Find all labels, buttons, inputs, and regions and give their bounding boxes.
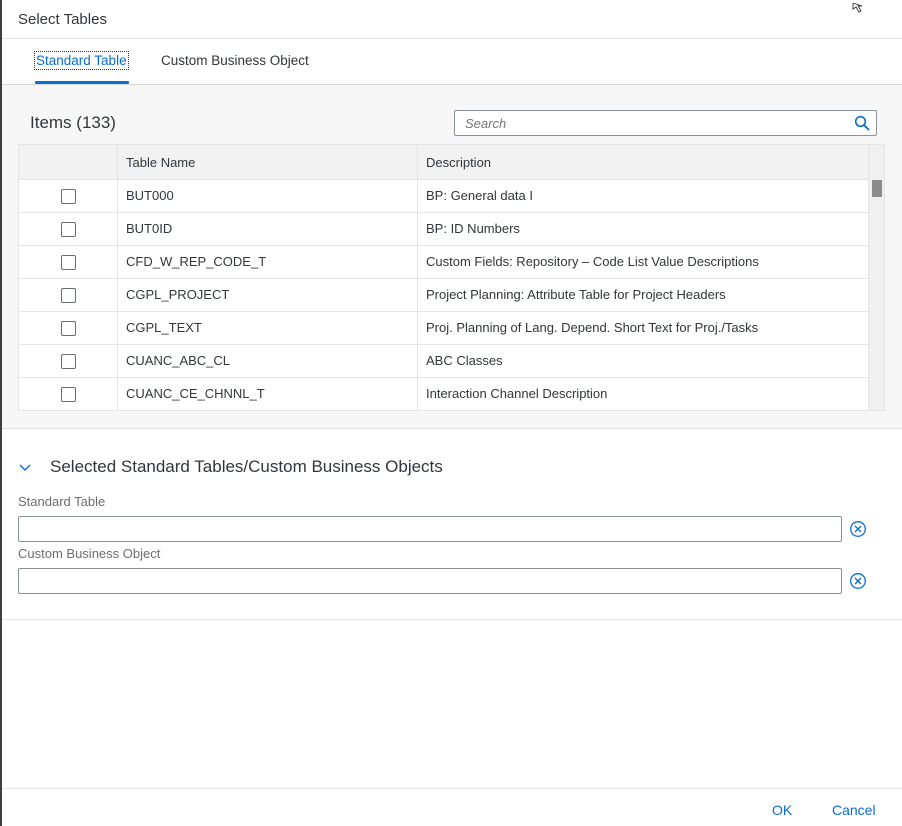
row-checkbox[interactable] [61,321,76,336]
table-row[interactable]: CFD_W_REP_CODE_T Custom Fields: Reposito… [19,246,868,279]
items-count-title: Items (133) [30,113,116,132]
row-description: BP: ID Numbers [417,213,868,245]
table-list-panel: Items (133) Table Name Description BUT00… [2,85,902,429]
dialog-header: Select Tables [2,0,902,39]
row-table-name: CFD_W_REP_CODE_T [117,246,417,278]
tab-standard-table[interactable]: Standard Table [34,51,129,70]
row-checkbox[interactable] [61,189,76,204]
table-header: Table Name Description [19,145,868,180]
table-row[interactable]: CGPL_TEXT Proj. Planning of Lang. Depend… [19,312,868,345]
section-title: Selected Standard Tables/Custom Business… [50,457,443,476]
row-checkbox[interactable] [61,255,76,270]
tab-custom-business-object[interactable]: Custom Business Object [161,53,309,68]
row-description: BP: General data I [417,180,868,212]
row-checkbox[interactable] [61,354,76,369]
standard-table-input[interactable] [18,516,842,542]
row-description: Proj. Planning of Lang. Depend. Short Te… [417,312,868,344]
search-icon[interactable] [854,115,870,131]
mouse-cursor-icon [852,0,866,13]
row-checkbox[interactable] [61,222,76,237]
chevron-down-icon[interactable] [18,460,32,474]
standard-table-label: Standard Table [18,494,106,509]
clear-standard-table-icon[interactable] [849,520,867,538]
row-table-name: CUANC_CE_CHNNL_T [117,378,417,410]
ok-button[interactable]: OK [772,802,792,818]
row-description: Interaction Channel Description [417,378,868,410]
table-row[interactable]: BUT0ID BP: ID Numbers [19,213,868,246]
header-description: Description [417,145,868,180]
header-table-name: Table Name [117,145,417,180]
tab-selected-indicator [35,81,129,84]
tables-table: Table Name Description BUT000 BP: Genera… [18,144,885,411]
table-scrollbar[interactable] [868,145,884,410]
row-table-name: CGPL_TEXT [117,312,417,344]
search-input[interactable] [455,111,845,135]
custom-business-object-label: Custom Business Object [18,546,161,561]
table-row[interactable]: BUT000 BP: General data I [19,180,868,213]
row-checkbox[interactable] [61,387,76,402]
scrollbar-thumb[interactable] [872,180,882,197]
row-description: Custom Fields: Repository – Code List Va… [417,246,868,278]
row-description: ABC Classes [417,345,868,377]
table-row[interactable]: CGPL_PROJECT Project Planning: Attribute… [19,279,868,312]
row-table-name: BUT0ID [117,213,417,245]
table-row[interactable]: CUANC_CE_CHNNL_T Interaction Channel Des… [19,378,868,410]
table-row[interactable]: CUANC_ABC_CL ABC Classes [19,345,868,378]
selected-items-section: Selected Standard Tables/Custom Business… [2,430,902,620]
header-select-column [19,145,117,180]
row-checkbox[interactable] [61,288,76,303]
clear-custom-business-object-icon[interactable] [849,572,867,590]
select-tables-dialog: Select Tables Standard Table Custom Busi… [0,0,902,826]
search-field [454,110,877,136]
cancel-button[interactable]: Cancel [832,802,876,818]
dialog-title: Select Tables [18,11,107,28]
custom-business-object-input[interactable] [18,568,842,594]
dialog-footer: OK Cancel [2,788,902,826]
row-table-name: CGPL_PROJECT [117,279,417,311]
row-table-name: CUANC_ABC_CL [117,345,417,377]
row-description: Project Planning: Attribute Table for Pr… [417,279,868,311]
row-table-name: BUT000 [117,180,417,212]
tab-bar: Standard Table Custom Business Object [2,39,902,85]
